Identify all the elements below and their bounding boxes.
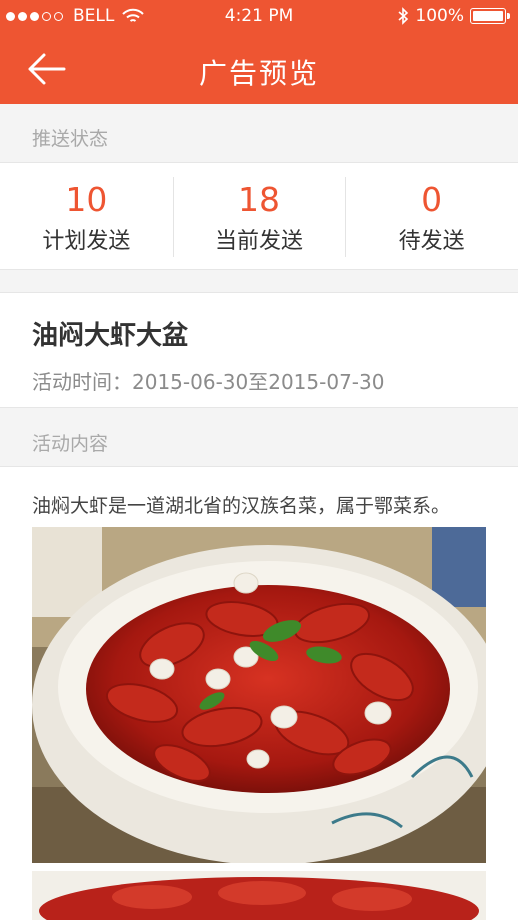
push-status-label: 推送状态	[0, 104, 518, 162]
content-text: 油焖大虾是一道湖北省的汉族名菜，属于鄂菜系。	[32, 495, 451, 517]
stat-value: 18	[238, 180, 280, 219]
status-right: 100%	[397, 6, 510, 26]
ad-time-label: 活动时间：	[32, 370, 132, 394]
battery-percent: 100%	[415, 6, 464, 26]
crayfish-photo	[32, 527, 486, 863]
stat-label: 计划发送	[42, 229, 131, 254]
nav-bar: 广告预览	[0, 34, 518, 104]
ad-time-range: 2015-06-30至2015-07-30	[132, 370, 385, 394]
ad-time: 活动时间：2015-06-30至2015-07-30	[32, 366, 518, 395]
stat-current: 18 当前发送	[172, 163, 346, 269]
content-label: 活动内容	[0, 408, 518, 466]
stat-planned: 10 计划发送	[0, 163, 173, 269]
bluetooth-icon	[398, 7, 409, 25]
status-bar: BELL 4:21 PM 100%	[0, 0, 518, 34]
stat-value: 10	[65, 180, 108, 219]
battery-icon	[470, 8, 510, 24]
ad-card: 油闷大虾大盆 活动时间：2015-06-30至2015-07-30	[0, 292, 518, 408]
crayfish-photo-2	[32, 871, 486, 920]
page-title: 广告预览	[198, 57, 319, 90]
stat-label: 待发送	[398, 229, 465, 254]
content-section: 油焖大虾是一道湖北省的汉族名菜，属于鄂菜系。	[0, 466, 518, 920]
stat-label: 当前发送	[215, 229, 304, 254]
stat-pending: 0 待发送	[345, 163, 518, 269]
stat-value: 0	[421, 180, 443, 219]
header: BELL 4:21 PM 100% 广告预览	[0, 0, 518, 104]
ad-title: 油闷大虾大盆	[32, 321, 189, 351]
push-stats: 10 计划发送 18 当前发送 0 待发送	[0, 162, 518, 270]
